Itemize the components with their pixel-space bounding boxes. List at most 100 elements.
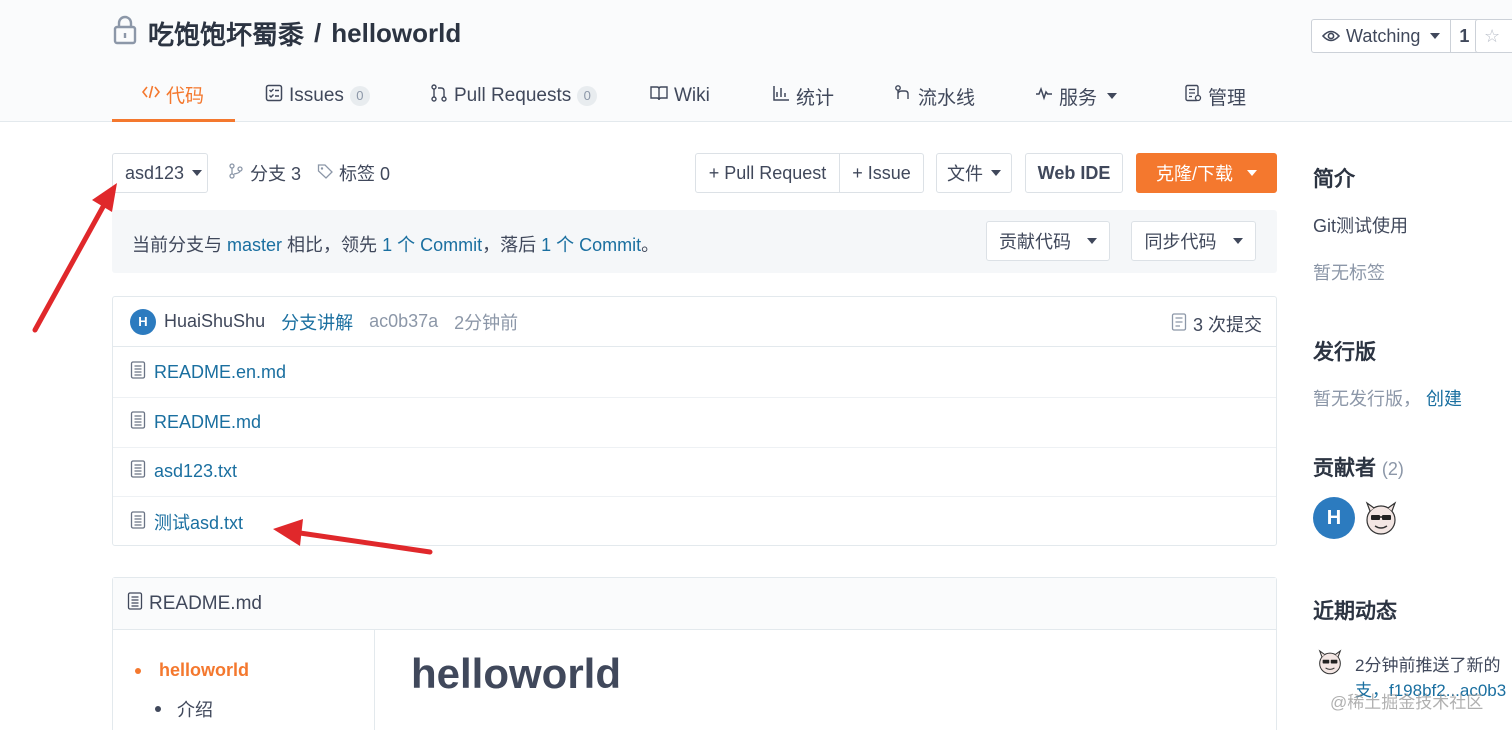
activity-line-1: 2分钟前推送了新的 (1355, 656, 1501, 675)
file-row[interactable]: 测试asd.txt (113, 497, 1276, 547)
file-icon (130, 411, 146, 434)
file-icon (130, 510, 146, 534)
repo-separator: / (314, 17, 322, 48)
file-name-link[interactable]: README.md (154, 412, 261, 433)
behind-commits-link[interactable]: 1 个 Commit (541, 235, 641, 255)
chevron-down-icon (1247, 170, 1257, 176)
tab-stats-label: 统计 (796, 87, 835, 109)
file-list: H HuaiShuShu 分支讲解 ac0b37a 2分钟前 3 次提交 REA… (112, 296, 1277, 546)
sidebar-activity-title: 近期动态 (1313, 600, 1397, 623)
commit-count-link[interactable]: 3 次提交 (1171, 311, 1262, 337)
commit-time: 2分钟前 (454, 312, 519, 333)
branch-compare-text: 当前分支与 master 相比，领先 1 个 Commit，落后 1 个 Com… (132, 231, 659, 257)
star-icon: ☆ (1484, 25, 1501, 46)
sidebar-release-title: 发行版 (1313, 341, 1376, 364)
repo-header: 吃饱饱坏蜀黍 / helloworld Watching 1 ☆ 代码 Issu… (0, 0, 1512, 122)
ahead-commits-link[interactable]: 1 个 Commit (382, 235, 482, 255)
pull-request-icon (430, 84, 448, 108)
sidebar-release-text: 暂无发行版， 创建 (1313, 385, 1462, 411)
compare-base-branch-link[interactable]: master (227, 235, 282, 255)
avatar[interactable] (1316, 648, 1344, 676)
file-name-link[interactable]: 测试asd.txt (154, 509, 243, 535)
create-release-link[interactable]: 创建 (1426, 389, 1462, 409)
toc-item[interactable]: helloworld (135, 660, 249, 681)
web-ide-button[interactable]: Web IDE (1025, 153, 1123, 193)
tab-wiki-label: Wiki (674, 85, 710, 106)
new-issue-button[interactable]: + Issue (839, 153, 924, 193)
toc-item[interactable]: 介绍 (155, 696, 213, 722)
branch-compare-bar: 当前分支与 master 相比，领先 1 个 Commit，落后 1 个 Com… (112, 210, 1277, 273)
readme-toc: helloworld 介绍 (113, 630, 375, 730)
avatar[interactable]: H (130, 308, 156, 335)
tags-link[interactable]: 标签 0 (317, 160, 390, 186)
readme-panel: README.md helloworld 介绍 helloworld (112, 577, 1277, 730)
chevron-down-icon (1087, 238, 1097, 244)
no-release-text: 暂无发行版， (1313, 389, 1421, 409)
tab-pipeline[interactable]: 流水线 (894, 70, 975, 122)
pull-requests-count-badge: 0 (577, 86, 598, 106)
file-menu-button[interactable]: 文件 (936, 153, 1012, 193)
branch-icon (228, 162, 244, 184)
readme-header: README.md (113, 578, 1276, 630)
file-name-link[interactable]: asd123.txt (154, 461, 237, 482)
star-button[interactable]: ☆ (1475, 19, 1512, 53)
toc-item-label: helloworld (159, 660, 249, 680)
commit-sha[interactable]: ac0b37a (369, 311, 438, 332)
sync-code-label: 同步代码 (1144, 232, 1217, 252)
stats-icon (772, 84, 790, 108)
file-row[interactable]: asd123.txt (113, 447, 1276, 497)
tags-label: 标签 0 (339, 164, 391, 184)
sync-code-button[interactable]: 同步代码 (1131, 221, 1256, 261)
new-pull-request-button[interactable]: + Pull Request (695, 153, 840, 193)
service-icon (1035, 84, 1053, 108)
issues-icon (265, 84, 283, 108)
tab-service-label: 服务 (1059, 87, 1098, 109)
branches-link[interactable]: 分支 3 (228, 160, 301, 186)
compare-suffix: 。 (641, 235, 660, 255)
tab-pipeline-label: 流水线 (918, 87, 976, 109)
chevron-down-icon (192, 170, 203, 176)
tab-pull-requests[interactable]: Pull Requests 0 (430, 70, 598, 122)
commits-icon (1171, 312, 1187, 336)
tab-code[interactable]: 代码 (112, 70, 235, 122)
branch-select-value: asd123 (125, 162, 185, 183)
manage-icon (1184, 84, 1202, 108)
sidebar-contributors-title: 贡献者 (2) (1313, 452, 1404, 482)
sidebar-intro-title: 简介 (1313, 168, 1355, 191)
file-icon (130, 460, 146, 483)
branches-label: 分支 3 (250, 164, 302, 184)
branch-select[interactable]: asd123 (112, 153, 208, 193)
bullet-icon (135, 667, 141, 674)
chevron-down-icon (1107, 93, 1118, 99)
file-row[interactable]: README.en.md (113, 348, 1276, 398)
file-row[interactable]: README.md (113, 398, 1276, 448)
tab-issues[interactable]: Issues 0 (265, 70, 370, 122)
code-icon (141, 83, 161, 107)
bullet-icon (155, 706, 161, 712)
repo-title: 吃饱饱坏蜀黍 / helloworld (112, 15, 461, 52)
tab-wiki[interactable]: Wiki (650, 70, 710, 122)
avatar[interactable] (1362, 499, 1400, 537)
contribute-code-button[interactable]: 贡献代码 (986, 221, 1110, 261)
clone-download-button[interactable]: 克隆/下载 (1136, 153, 1277, 193)
annotation-arrow-branch (32, 183, 117, 333)
watermark: @稀土掘金技术社区 (1330, 693, 1484, 712)
repo-owner-link[interactable]: 吃饱饱坏蜀黍 (148, 15, 304, 52)
repo-name-link[interactable]: helloworld (331, 18, 461, 49)
commit-message-link[interactable]: 分支讲解 (281, 309, 353, 335)
commit-author[interactable]: HuaiShuShu (164, 311, 265, 332)
watch-button[interactable]: Watching (1311, 19, 1452, 53)
compare-prefix: 当前分支与 (132, 235, 222, 255)
tab-manage[interactable]: 管理 (1184, 70, 1246, 122)
file-name-link[interactable]: README.en.md (154, 362, 286, 383)
watch-group: Watching 1 (1311, 19, 1479, 53)
issues-count-badge: 0 (349, 86, 370, 106)
chevron-down-icon (991, 170, 1001, 176)
tab-manage-label: 管理 (1208, 87, 1247, 109)
watch-label: Watching (1346, 25, 1421, 46)
tab-service[interactable]: 服务 (1035, 70, 1118, 122)
avatar[interactable]: H (1313, 497, 1355, 539)
tab-stats[interactable]: 统计 (772, 70, 834, 122)
wiki-icon (650, 84, 668, 108)
readme-heading: helloworld (411, 650, 621, 697)
